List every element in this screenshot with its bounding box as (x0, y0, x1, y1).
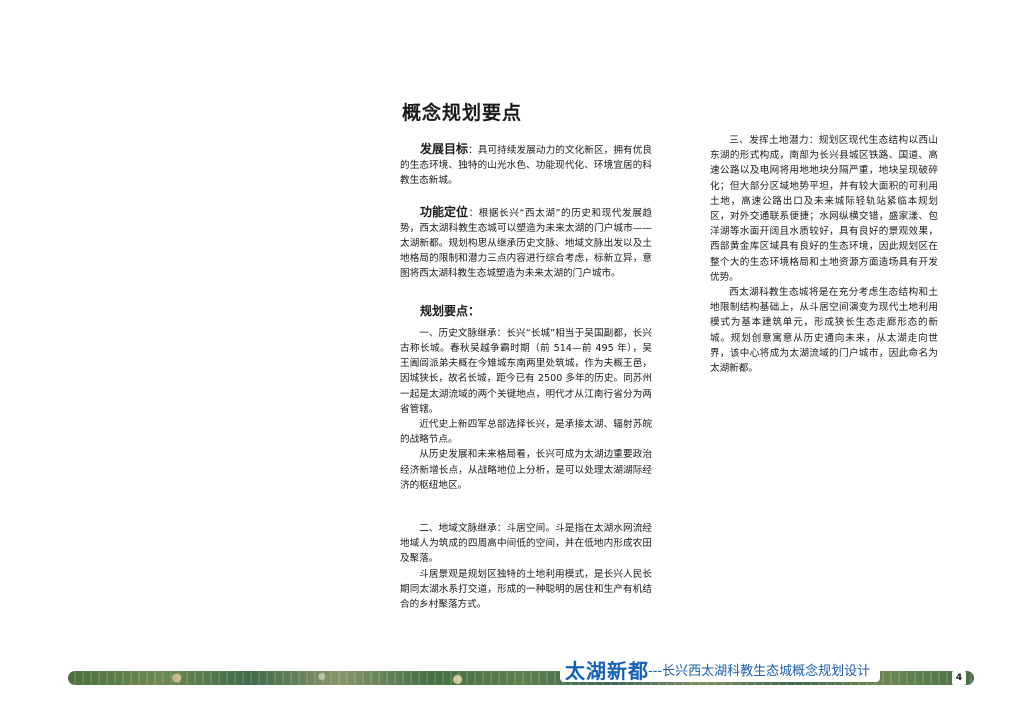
footer-brand-title: 太湖新都 (565, 659, 649, 683)
development-goal-label: 发展目标 (420, 142, 469, 156)
right-text-column: 三、发挥土地潜力：规划区现代生态结构以西山东湖的形式构成，南部为长兴县城区铁路、… (710, 133, 958, 376)
land-potential-paragraph-2: 西太湖科教生态城将是在充分考虑生态结构和土地限制结构基础上，从斗居空间演变为现代… (710, 287, 958, 375)
page-number: 4 (952, 671, 966, 685)
function-positioning-paragraph: 功能定位：根据长兴“西太湖”的历史和现代发展趋势，西太湖科教生态城可以塑造为未来… (400, 205, 652, 282)
region-paragraph-2: 斗居景观是规划区独特的土地利用模式，是长兴人民长期同太湖水系打交道，形成的一种聪… (400, 568, 652, 611)
planning-points-heading-line: 规划要点： (400, 304, 652, 320)
history-paragraph-3: 从历史发展和未来格局看，长兴可成为太湖边重要政治经济新增长点，从战略地位上分析，… (400, 449, 652, 491)
page-title: 概念规划要点 (402, 102, 523, 124)
history-paragraph-2: 近代史上新四军总部选择长兴，是承接太湖、辐射苏皖的战略节点。 (400, 419, 652, 446)
land-potential-paragraph-1: 三、发挥土地潜力：规划区现代生态结构以西山东湖的形式构成，南部为长兴县城区铁路、… (710, 135, 938, 283)
footer-subtitle: ---长兴西太湖科教生态城概念规划设计 (648, 664, 871, 679)
development-goal-paragraph: 发展目标：具可持续发展动力的文化新区，拥有优良的生态环境、独特的山光水色、功能现… (400, 142, 652, 189)
region-paragraph-1: 二、地域文脉继承：斗居空间。斗是指在太湖水网流经地域人为筑成的四周高中间低的空间… (400, 523, 652, 565)
history-paragraph-1: 一、历史文脉继承：长兴“长城”相当于吴国副都，长兴古称长城。春秋吴越争霸时期（前… (400, 327, 652, 415)
planning-points-colon: ： (468, 303, 481, 318)
function-positioning-label: 功能定位 (420, 204, 469, 219)
planning-points-heading: 规划要点 (420, 303, 469, 318)
left-text-column: 发展目标：具可持续发展动力的文化新区，拥有优良的生态环境、独特的山光水色、功能现… (400, 142, 652, 612)
